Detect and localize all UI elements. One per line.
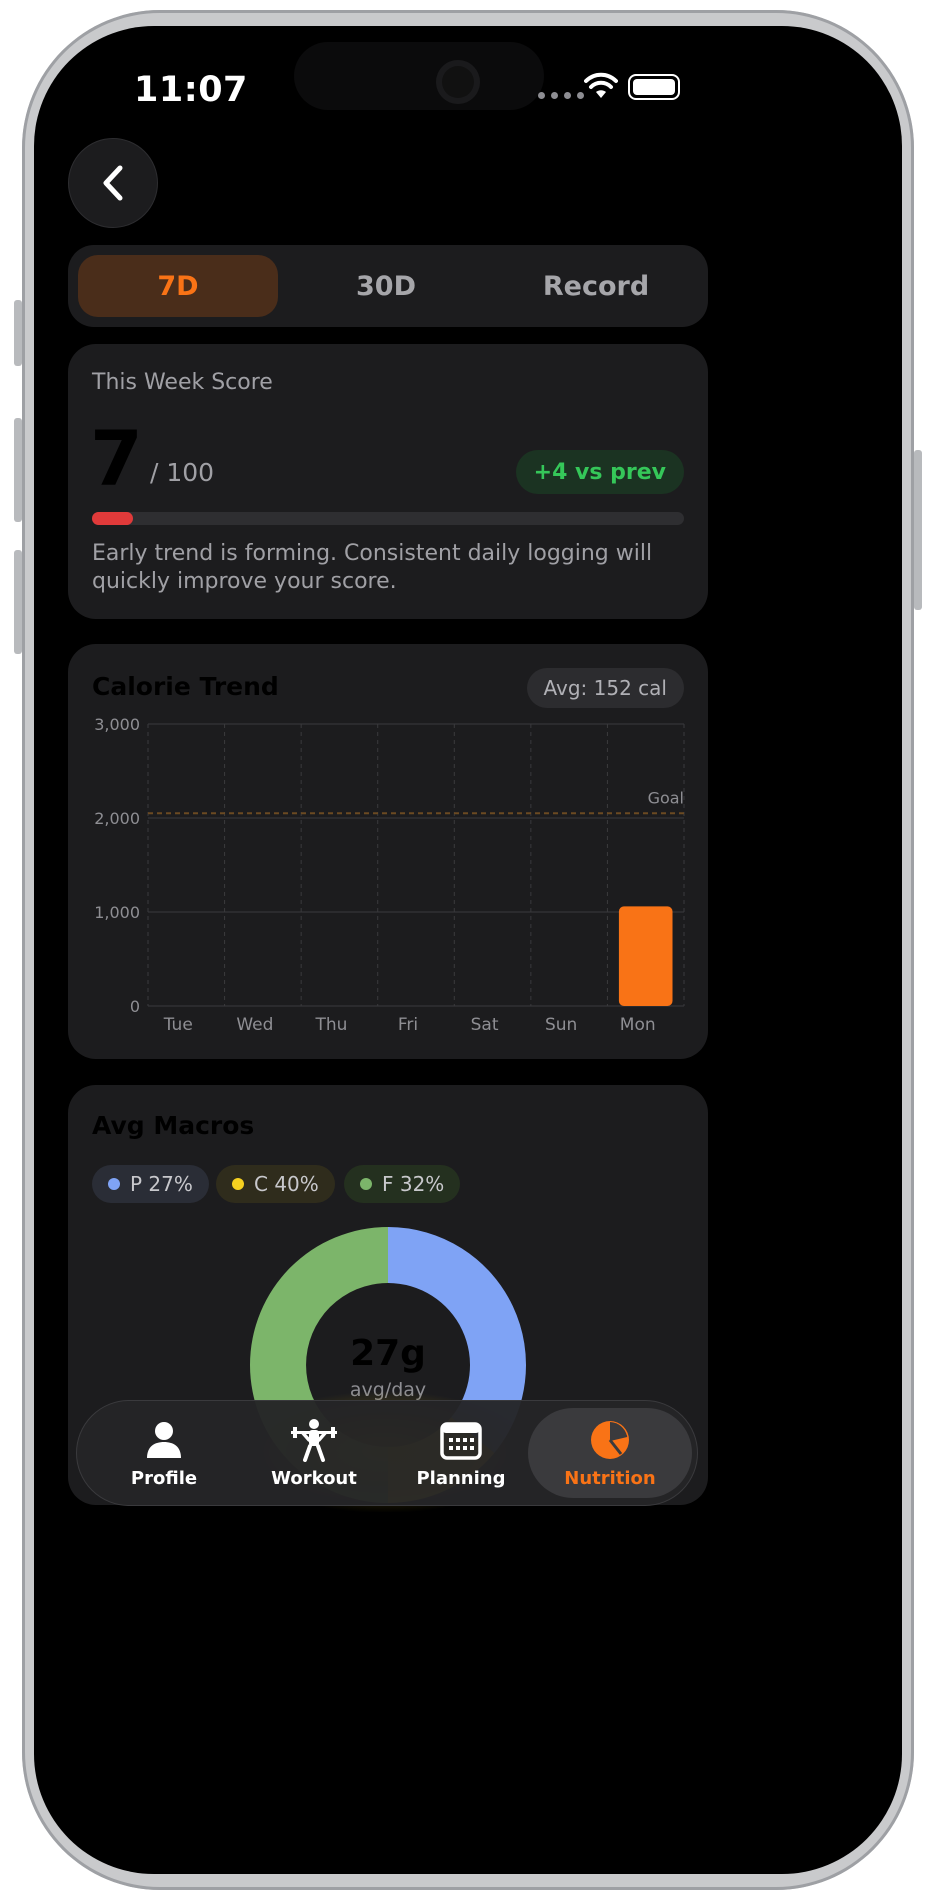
score-value: 7 xyxy=(90,414,143,503)
weightlifter-icon xyxy=(291,1418,337,1462)
score-delta-badge: +4 vs prev xyxy=(515,450,684,494)
x-tick-label: Thu xyxy=(314,1015,347,1035)
nav-profile-label: Profile xyxy=(130,1467,198,1489)
calendar-icon xyxy=(440,1421,482,1460)
x-tick-label: Sat xyxy=(471,1015,499,1035)
period-segmented-control: 7D 30D Record xyxy=(68,245,708,327)
nav-nutrition-label: Nutrition xyxy=(564,1467,656,1489)
page-title: Insights xyxy=(308,160,468,200)
tab-record[interactable]: Record xyxy=(496,255,696,317)
side-button-volume-up xyxy=(14,418,22,522)
cellular-signal-icon xyxy=(538,92,584,99)
score-progress-track xyxy=(92,512,684,525)
x-tick-label: Tue xyxy=(163,1015,193,1035)
nav-workout[interactable]: Workout xyxy=(232,1403,396,1503)
wifi-icon xyxy=(584,72,618,98)
score-description: Early trend is forming. Consistent daily… xyxy=(92,541,653,594)
side-button-power xyxy=(914,450,922,610)
nav-nutrition[interactable]: Nutrition xyxy=(528,1408,692,1498)
macros-center-value: 27g xyxy=(350,1333,426,1374)
x-tick-label: Fri xyxy=(398,1015,418,1035)
side-button-volume-down xyxy=(14,550,22,654)
score-progress-fill xyxy=(92,512,134,525)
score-max: / 100 xyxy=(150,458,215,487)
score-label: This Week Score xyxy=(92,370,273,395)
pie-chart-icon xyxy=(591,1420,629,1459)
status-time: 11:07 xyxy=(134,70,248,110)
x-tick-label: Mon xyxy=(620,1015,656,1035)
side-button-mute xyxy=(14,300,22,366)
y-tick-label: 1,000 xyxy=(94,903,140,922)
x-tick-label: Sun xyxy=(545,1015,577,1035)
y-tick-label: 2,000 xyxy=(94,809,140,828)
nav-planning[interactable]: Planning xyxy=(379,1403,543,1503)
nav-planning-label: Planning xyxy=(416,1467,506,1489)
y-tick-label: 3,000 xyxy=(94,715,140,734)
person-icon xyxy=(147,1421,181,1458)
goal-label: Goal xyxy=(648,788,684,807)
weekly-score-card: This Week Score 7 / 100 +4 vs prev Early… xyxy=(68,344,708,619)
nav-workout-label: Workout xyxy=(271,1467,357,1489)
tab-7d[interactable]: 7D xyxy=(78,255,278,317)
bar-mon xyxy=(618,906,673,1006)
calorie-trend-card: Calorie Trend Avg: 152 cal 3,000 2,000 1,0… xyxy=(68,644,708,1059)
y-tick-label: 0 xyxy=(130,997,140,1016)
camera-icon xyxy=(436,60,480,104)
calorie-bar-chart: 3,000 2,000 1,000 0 Tue Wed Thu Fri Sat Sun Mon Goa… xyxy=(94,715,685,1035)
x-tick-label: Wed xyxy=(236,1015,273,1035)
dynamic-island xyxy=(294,42,544,110)
tab-30d[interactable]: 30D xyxy=(286,255,486,317)
battery-icon xyxy=(628,74,680,100)
nav-profile[interactable]: Profile xyxy=(82,1403,246,1503)
